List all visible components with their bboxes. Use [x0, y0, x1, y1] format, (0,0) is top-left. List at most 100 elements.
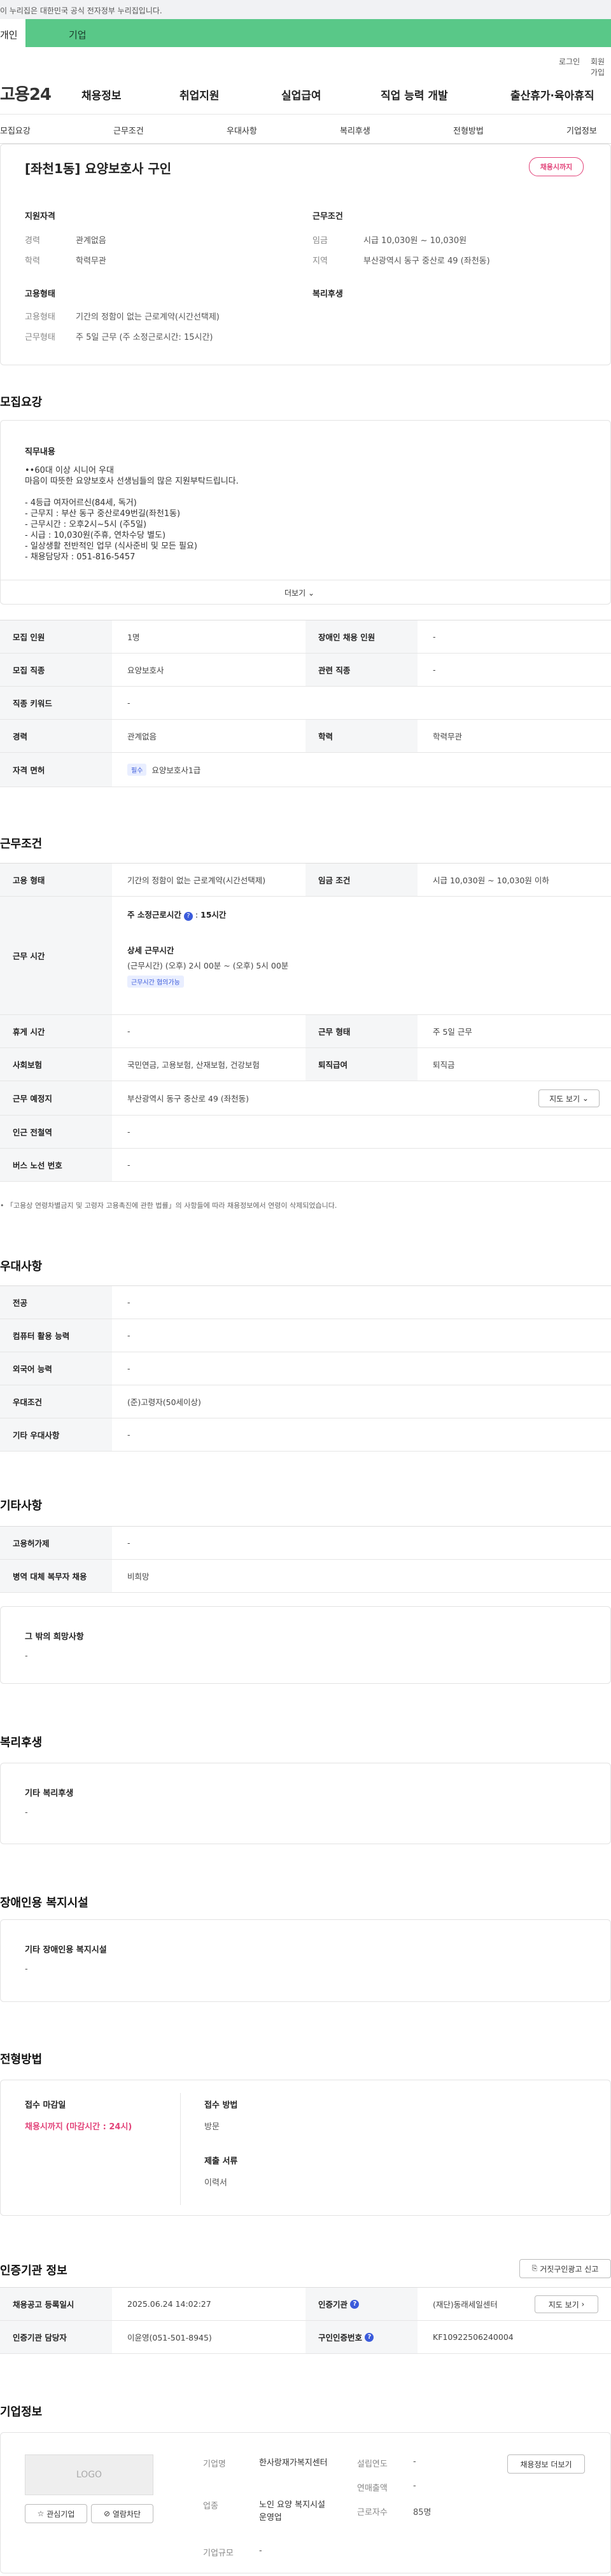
- chevron-right-icon: ›: [581, 2300, 585, 2309]
- duty-line: - 근무지 : 부산 동구 중산로49번길(좌천1동): [25, 509, 181, 519]
- th: 모집 인원: [0, 620, 112, 653]
- subnav-preference[interactable]: 우대사항: [227, 124, 257, 136]
- gnb-parental-leave[interactable]: 출산휴가·육아휴직: [510, 87, 594, 102]
- negotiable-badge: 근무시간 협의가능: [127, 976, 184, 988]
- th: 병역 대체 복무자 채용: [0, 1560, 112, 1592]
- gnb-unemployment-benefit[interactable]: 실업급여: [281, 87, 321, 102]
- td: (준)고령자(50세이상): [127, 1397, 201, 1407]
- th: 인증기관 담당자: [0, 2321, 112, 2353]
- edu-label: 학력: [25, 256, 40, 266]
- age-notice: • 「고용상 연령차별금지 및 고령자 고용촉진에 관한 법률」의 사항들에 따…: [0, 1201, 337, 1210]
- tab-personal[interactable]: 개인: [0, 19, 25, 47]
- cert-map-button[interactable]: 지도 보기 ›: [535, 2295, 598, 2313]
- th: 전공: [0, 1286, 112, 1319]
- gnb-employment-support[interactable]: 취업지원: [179, 87, 220, 102]
- login-link[interactable]: 로그인: [559, 56, 580, 67]
- subnav-screening[interactable]: 전형방법: [453, 124, 484, 136]
- td: -: [127, 1298, 130, 1307]
- th: 사회보험: [0, 1048, 112, 1081]
- welfare-box: 기타 복리후생 -: [0, 1763, 611, 1844]
- td: -: [127, 698, 130, 708]
- duty-line: [25, 487, 239, 498]
- company-year: -: [413, 2457, 416, 2467]
- th: 고용 형태: [0, 864, 112, 896]
- gnb-training[interactable]: 직업 능력 개발: [381, 87, 448, 102]
- section-nav: 모집요강 근무조건 우대사항 복리후생 전형방법 기업정보: [0, 115, 611, 144]
- tab-company[interactable]: 기업: [25, 19, 611, 47]
- gov-notice: 이 누리집은 대한민국 공식 전자정부 누리집입니다.: [0, 6, 162, 15]
- th: 임금 조건: [306, 864, 418, 896]
- docs-value: 이력서: [204, 2178, 227, 2188]
- th: 우대조건: [0, 1385, 112, 1418]
- table-row: 인근 전철역 -: [0, 1116, 611, 1149]
- info-icon[interactable]: ?: [350, 2299, 360, 2309]
- emp-title: 고용형태: [25, 290, 55, 299]
- table-row: 사회보험 국민연금, 고용보험, 산재보험, 건강보험 퇴직급여 퇴직금: [0, 1048, 611, 1081]
- tab-company-label: 기업: [69, 29, 87, 41]
- deadline-label: 접수 마감일: [25, 2101, 66, 2110]
- td: 이윤영(051-501-8945): [127, 2333, 212, 2342]
- th: 고용허가제: [0, 1527, 112, 1559]
- etc-table: 고용허가제 - 병역 대체 복무자 채용 비희망: [0, 1526, 611, 1593]
- table-row: 근무 시간 주 소정근로시간 ? : 15시간 상세 근무시간 (근무시간) (…: [0, 897, 611, 1015]
- map-button[interactable]: 지도 보기 ⌄: [538, 1089, 600, 1107]
- subnav-workcond[interactable]: 근무조건: [113, 124, 144, 136]
- deadline-value: 채용시까지 (마감시간 : 24시): [25, 2122, 132, 2132]
- weekly-hours: 주 소정근로시간 ? : 15시간: [127, 910, 227, 921]
- method-label: 접수 방법: [204, 2101, 238, 2110]
- report-button[interactable]: ⎘ 거짓구인광고 신고: [519, 2259, 611, 2278]
- subnav-recruit[interactable]: 모집요강: [0, 124, 31, 136]
- td: (재단)동래세일센터: [433, 2300, 498, 2309]
- info-icon[interactable]: ?: [365, 2332, 374, 2342]
- table-row: 인증기관 담당자 이윤영(051-501-8945) 구인인증번호 ? KF10…: [0, 2321, 611, 2354]
- welfare-title: 복리후생: [313, 290, 343, 299]
- favorite-company-button[interactable]: ☆ 관심기업: [25, 2504, 87, 2523]
- age-notice-text: 「고용상 연령차별금지 및 고령자 고용촉진에 관한 법률」의 사항들에 따라 …: [6, 1201, 337, 1210]
- duty-line: - 시급 : 10,030원(주휴, 연차수당 별도): [25, 531, 166, 540]
- table-row: 고용 형태 기간의 정함이 없는 근로계약(시간선택제) 임금 조건 시급 10…: [0, 864, 611, 897]
- subnav-welfare[interactable]: 복리후생: [340, 124, 370, 136]
- table-row: 휴게 시간 - 근무 형태 주 5일 근무: [0, 1015, 611, 1048]
- block-label: 열람차단: [112, 2509, 141, 2519]
- name-label: 기업명: [203, 2460, 226, 2469]
- subnav-company[interactable]: 기업정보: [566, 124, 597, 136]
- user-type-tabs: 개인 기업: [0, 19, 611, 47]
- th: 근무 시간: [0, 897, 112, 1014]
- recruit-section-title: 모집요강: [0, 396, 43, 409]
- detail-label: 상세 근무시간: [127, 946, 174, 955]
- more-button[interactable]: 더보기 ⌄: [284, 587, 314, 598]
- company-box: LOGO ☆ 관심기업 ⊘ 열람차단 기업명 한사랑재가복지센터 업종 노인 요…: [0, 2432, 611, 2573]
- th: 모집 직종: [0, 654, 112, 686]
- weekly-label: 주 소정근로시간: [127, 910, 181, 920]
- td: -: [433, 665, 436, 675]
- emptype-label: 고용형태: [25, 312, 55, 322]
- td: 기간의 정함이 없는 근로계약(시간선택제): [127, 876, 266, 885]
- duty-box: 직무내용 ••60대 이상 시니어 우대 마음이 따뜻한 요양보호사 선생님들의…: [0, 420, 611, 605]
- page: 이 누리집은 대한민국 공식 전자정부 누리집입니다. 개인 기업 로그인 회원…: [0, 0, 611, 2576]
- cert-section-title: 인증기관 정보: [0, 2264, 67, 2278]
- table-row: 직종 키워드 -: [0, 687, 611, 720]
- screening-section-title: 전형방법: [0, 2053, 43, 2066]
- region-label: 지역: [313, 256, 328, 266]
- table-row: 경력 관계없음 학력 학력무관: [0, 720, 611, 753]
- recruit-more-button[interactable]: 채용정보 더보기: [507, 2454, 585, 2474]
- info-icon[interactable]: ?: [183, 912, 193, 921]
- table-row: 모집 직종 요양보호사 관련 직종 -: [0, 654, 611, 687]
- company-logo: LOGO: [25, 2454, 153, 2495]
- disabled-value: -: [25, 1964, 28, 1974]
- site-logo[interactable]: 고용24: [0, 81, 52, 105]
- status-badge: 채용시까지: [529, 157, 584, 176]
- qual-title: 지원자격: [25, 212, 55, 221]
- block-button[interactable]: ⊘ 열람차단: [91, 2504, 153, 2523]
- emp-label: 근로자수: [357, 2508, 388, 2517]
- wage-value: 시급 10,030원 ~ 10,030원: [363, 236, 467, 246]
- workcond-table: 고용 형태 기간의 정함이 없는 근로계약(시간선택제) 임금 조건 시급 10…: [0, 863, 611, 1182]
- th: 관련 직종: [306, 654, 418, 686]
- method-value: 방문: [204, 2122, 220, 2132]
- duty-line: - 근무시간 : 오후2시~5시 (주5일): [25, 520, 147, 529]
- report-icon: ⎘: [531, 2264, 538, 2272]
- global-nav: 고용24 채용정보 취업지원 실업급여 직업 능력 개발 출산휴가·육아휴직: [0, 67, 611, 115]
- td: KF10922506240004: [433, 2332, 514, 2342]
- gnb-jobs[interactable]: 채용정보: [81, 87, 122, 102]
- th: 채용공고 등록일시: [0, 2288, 112, 2320]
